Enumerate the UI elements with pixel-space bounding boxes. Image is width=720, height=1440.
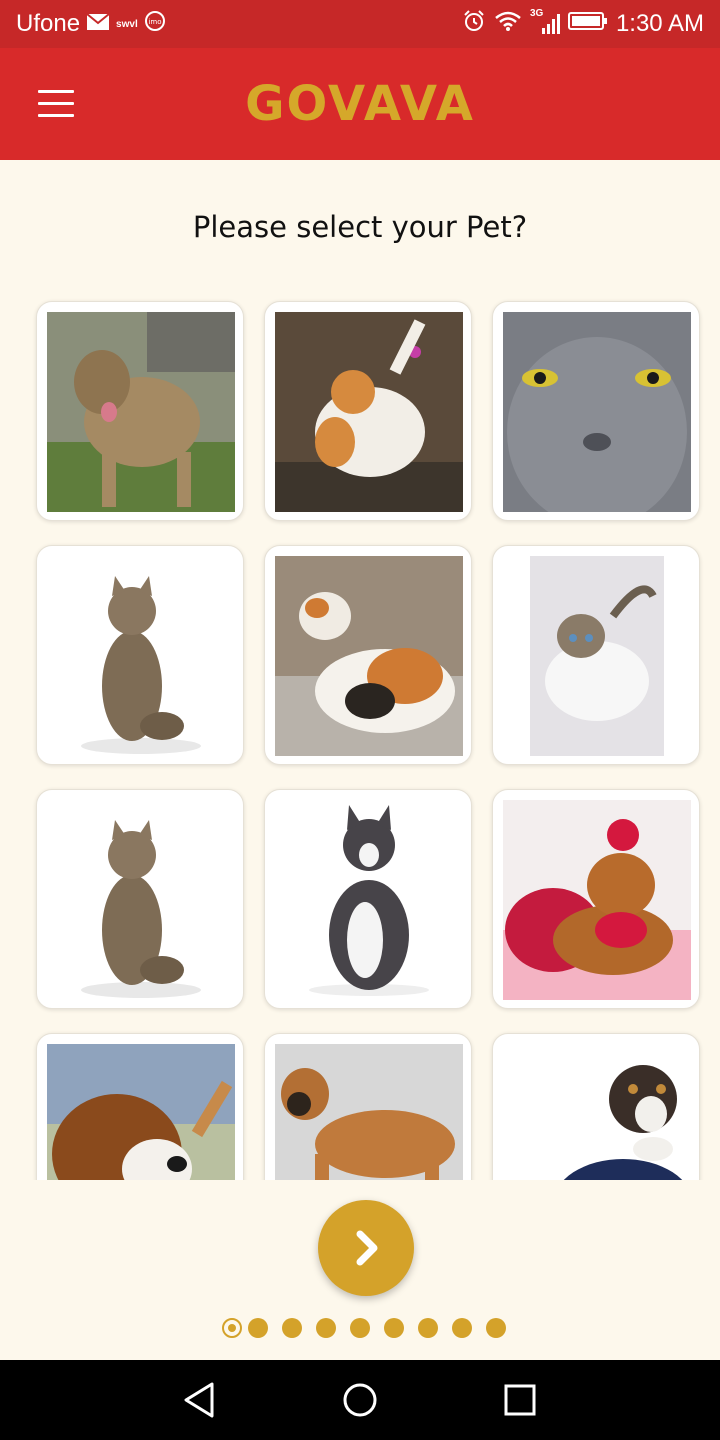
dog-aussie-sweater-photo: [503, 1044, 691, 1180]
app-logo-title: GOVAVA: [245, 76, 475, 132]
pet-card[interactable]: [492, 789, 700, 1009]
page-dot-3[interactable]: [282, 1318, 302, 1338]
back-triangle-icon: [184, 1382, 214, 1418]
back-button[interactable]: [176, 1376, 224, 1424]
pet-card[interactable]: [492, 1033, 700, 1180]
recents-button[interactable]: [496, 1376, 544, 1424]
dog-brindle-photo: [47, 312, 235, 512]
imo-text: imo: [148, 18, 161, 26]
pet-card[interactable]: [36, 545, 244, 765]
pet-card[interactable]: [36, 301, 244, 521]
page-dot-8[interactable]: [452, 1318, 472, 1338]
wifi-icon: [494, 10, 522, 39]
cat-white-tabby-lying-photo: [503, 556, 691, 756]
mail-icon: [86, 10, 110, 38]
chevron-right-icon: [356, 1230, 378, 1266]
recents-square-icon: [504, 1384, 536, 1416]
carrier-label: Ufone: [16, 10, 81, 37]
cat-tabby-sitting-photo: [47, 556, 235, 756]
page-dot-7[interactable]: [418, 1318, 438, 1338]
battery-icon: [567, 10, 608, 38]
page-dot-9[interactable]: [486, 1318, 506, 1338]
cat-orange-red-dress-photo: [503, 800, 691, 1000]
dog-beagle-photo: [47, 1044, 235, 1180]
status-bar: Ufone swvl imo 3G 1:30 AM: [0, 0, 720, 48]
cat-calico-lying-photo: [275, 556, 463, 756]
next-button[interactable]: [318, 1200, 414, 1296]
signal-icon: 3G: [530, 8, 560, 36]
alarm-icon: [462, 9, 486, 40]
system-nav-bar: [0, 1360, 720, 1440]
pet-card[interactable]: [264, 1033, 472, 1180]
pet-grid[interactable]: [0, 290, 720, 1180]
imo-icon: imo: [144, 10, 166, 39]
pet-card[interactable]: [36, 1033, 244, 1180]
clock-time: 1:30 AM: [615, 10, 704, 37]
pet-card[interactable]: [264, 545, 472, 765]
page-dot-2[interactable]: [248, 1318, 268, 1338]
cat-grey-closeup-photo: [503, 312, 691, 512]
pet-card[interactable]: [36, 789, 244, 1009]
dog-mastiff-snow-photo: [275, 1044, 463, 1180]
page-dot-6[interactable]: [384, 1318, 404, 1338]
page-title: Please select your Pet?: [192, 210, 528, 244]
cat-tabby-sitting-photo: [47, 800, 235, 1000]
pet-card[interactable]: [264, 301, 472, 521]
home-circle-icon: [343, 1383, 377, 1417]
app-bar: GOVAVA: [0, 48, 720, 160]
app-badge-swvl: swvl: [116, 18, 138, 30]
home-button[interactable]: [336, 1376, 384, 1424]
network-type: 3G: [529, 8, 544, 19]
cat-orange-white-photo: [275, 312, 463, 512]
pet-card[interactable]: [492, 301, 700, 521]
page-dot-1[interactable]: [222, 1318, 242, 1338]
page-dot-5[interactable]: [350, 1318, 370, 1338]
cat-black-white-photo: [275, 800, 463, 1000]
pet-card[interactable]: [264, 789, 472, 1009]
pet-card[interactable]: [492, 545, 700, 765]
page-dot-4[interactable]: [316, 1318, 336, 1338]
